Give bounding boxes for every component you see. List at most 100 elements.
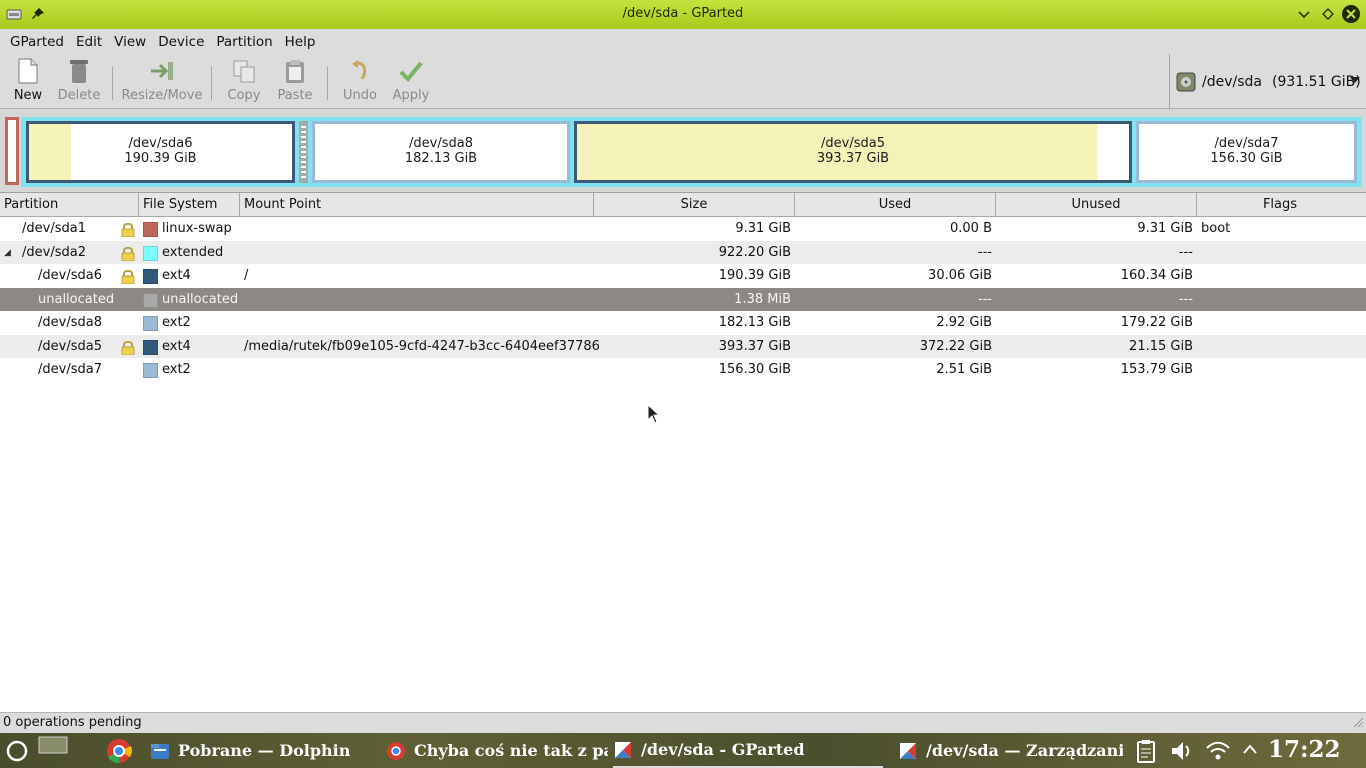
cell-size: 190.39 GiB	[718, 268, 791, 283]
partition-size: 190.39 GiB	[124, 151, 197, 166]
table-header: Partition File System Mount Point Size U…	[0, 193, 1366, 217]
minimize-button[interactable]	[1295, 5, 1313, 23]
status-bar: 0 operations pending	[0, 712, 1366, 733]
desktop-pager-icon[interactable]	[38, 736, 68, 756]
menu-bar: GParted Edit View Device Partition Help	[0, 29, 1366, 54]
lock-icon	[121, 222, 135, 237]
cell-size: 182.13 GiB	[718, 315, 791, 330]
menu-device[interactable]: Device	[152, 34, 210, 50]
undo-label: Undo	[343, 88, 377, 103]
menu-partition[interactable]: Partition	[210, 34, 278, 50]
device-selector[interactable]: /dev/sda (931.51 GiB)	[1169, 54, 1366, 109]
table-row[interactable]: /dev/sda1 linux-swap 9.31 GiB 0.00 B 9.31 Gi…	[0, 217, 1366, 241]
menu-edit[interactable]: Edit	[70, 34, 108, 50]
cell-partition: /dev/sda2	[22, 244, 86, 260]
gparted-icon	[615, 741, 631, 758]
resize-move-button[interactable]: Resize/Move	[120, 58, 204, 106]
harddisk-icon	[1176, 72, 1196, 91]
chrome-icon	[387, 741, 405, 760]
taskbar: Pobrane — Dolphin Chyba coś nie tak z pa…	[0, 733, 1366, 768]
cell-unused: 153.79 GiB	[1120, 362, 1193, 377]
partition-block-sda1[interactable]	[5, 117, 19, 185]
copy-button[interactable]: Copy	[224, 58, 264, 106]
table-body: /dev/sda1 linux-swap 9.31 GiB 0.00 B 9.31 Gi…	[0, 217, 1366, 382]
column-header-size[interactable]: Size	[594, 193, 795, 217]
table-row[interactable]: /dev/sda7 ext2 156.30 GiB 2.51 GiB 153.79 Gi…	[0, 358, 1366, 382]
cell-partition: /dev/sda6	[38, 268, 102, 283]
partition-block-sda6[interactable]: /dev/sda6 190.39 GiB	[26, 121, 295, 183]
apply-label: Apply	[392, 88, 430, 103]
table-row[interactable]: /dev/sda8 ext2 182.13 GiB 2.92 GiB 179.22 Gi…	[0, 311, 1366, 335]
partition-block-sda5[interactable]: /dev/sda5 393.37 GiB	[574, 121, 1132, 183]
paste-icon	[286, 60, 304, 83]
column-header-partition[interactable]: Partition	[0, 193, 139, 217]
volume-icon[interactable]	[1170, 740, 1192, 762]
paste-button[interactable]: Paste	[274, 58, 316, 106]
cell-used: 372.22 GiB	[919, 338, 992, 354]
close-icon	[1346, 9, 1356, 19]
cell-partition: /dev/sda1	[22, 221, 86, 236]
task-chrome[interactable]: Chyba coś nie tak z party	[386, 733, 608, 768]
cell-partition: /dev/sda8	[38, 315, 102, 330]
cell-unused: 21.15 GiB	[1129, 338, 1193, 354]
partition-block-sda8[interactable]: /dev/sda8 182.13 GiB	[312, 121, 570, 183]
lock-icon	[121, 246, 135, 261]
delete-label: Delete	[57, 88, 101, 103]
table-row[interactable]: /dev/sda5 ext4/media/rutek/fb09e105-9cfd-…	[0, 334, 1366, 358]
table-row[interactable]: ◢ /dev/sda2 extended 922.20 GiB --- ---	[0, 240, 1366, 265]
dropdown-arrow-icon	[1350, 77, 1360, 83]
cell-size: 922.20 GiB	[718, 244, 791, 260]
undo-button[interactable]: Undo	[340, 58, 380, 106]
toolbar: New Delete Resize/Move Copy Paste Undo A…	[0, 54, 1366, 109]
expander-arrow-icon[interactable]: ◢	[4, 241, 11, 265]
cell-size: 9.31 GiB	[735, 221, 791, 236]
clipboard-icon[interactable]	[1136, 739, 1156, 763]
column-header-flags[interactable]: Flags	[1197, 193, 1363, 217]
copy-icon	[233, 60, 255, 83]
start-menu-icon[interactable]	[6, 740, 28, 762]
maximize-button[interactable]	[1319, 5, 1337, 23]
column-header-unused[interactable]: Unused	[996, 193, 1197, 217]
menu-help[interactable]: Help	[279, 34, 322, 50]
diamond-icon	[1322, 8, 1334, 20]
table-row[interactable]: /dev/sda6 ext4 / 190.39 GiB 30.06 GiB 160.34 …	[0, 264, 1366, 288]
undo-icon	[352, 60, 367, 80]
chrome-launcher-icon[interactable]	[106, 738, 132, 764]
filesystem-color-swatch	[143, 316, 158, 331]
cell-size: 393.37 GiB	[718, 338, 791, 354]
task-partition-manager[interactable]: /dev/sda — Zarządzanie p	[898, 733, 1123, 768]
table-row[interactable]: unallocated unallocated 1.38 MiB --- ---	[0, 287, 1366, 311]
partition-size: 182.13 GiB	[404, 151, 478, 166]
partition-name: /dev/sda7	[1214, 136, 1279, 151]
column-header-mountpoint[interactable]: Mount Point	[240, 193, 594, 217]
cell-filesystem: ext4	[162, 268, 191, 283]
apply-button[interactable]: Apply	[390, 58, 432, 106]
cell-used: ---	[977, 291, 992, 307]
column-header-used[interactable]: Used	[795, 193, 996, 217]
partition-name: /dev/sda6	[128, 136, 193, 151]
resize-grip-icon[interactable]	[1352, 716, 1364, 730]
menu-gparted[interactable]: GParted	[4, 34, 70, 50]
partition-block-sda7[interactable]: /dev/sda7 156.30 GiB	[1136, 121, 1357, 183]
cell-mountpoint: /	[244, 268, 249, 283]
cell-partition: /dev/sda7	[38, 362, 102, 377]
resize-move-label: Resize/Move	[121, 88, 203, 103]
unallocated-block[interactable]	[299, 121, 308, 183]
column-header-filesystem[interactable]: File System	[139, 193, 240, 217]
copy-label: Copy	[227, 88, 261, 103]
cell-unused: 160.34 GiB	[1120, 268, 1193, 283]
task-gparted[interactable]: /dev/sda - GParted	[613, 733, 883, 768]
close-button[interactable]	[1342, 5, 1360, 23]
trash-icon	[70, 60, 88, 83]
cell-filesystem: unallocated	[162, 291, 239, 307]
new-button[interactable]: New	[8, 58, 48, 106]
task-label: /dev/sda - GParted	[641, 740, 805, 759]
task-dolphin[interactable]: Pobrane — Dolphin	[150, 733, 355, 768]
chevron-up-icon[interactable]	[1243, 743, 1257, 755]
menu-view[interactable]: View	[108, 34, 152, 50]
window-title: /dev/sda - GParted	[622, 6, 744, 21]
clock[interactable]: 17:22	[1268, 736, 1341, 763]
partition-manager-icon	[900, 742, 916, 759]
delete-button[interactable]: Delete	[56, 58, 102, 106]
wifi-icon[interactable]	[1205, 740, 1231, 762]
